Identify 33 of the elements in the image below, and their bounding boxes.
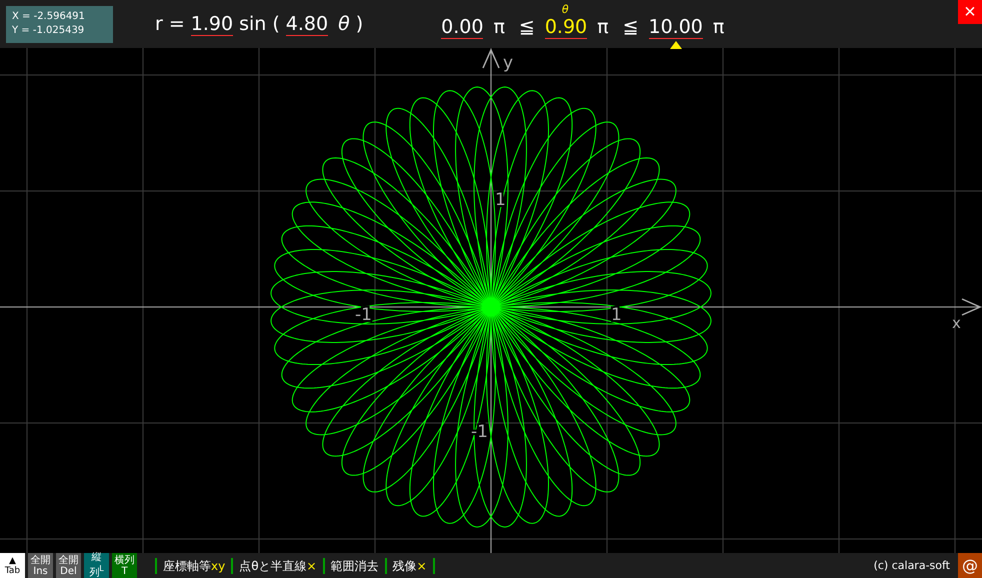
tick-label: -1	[355, 305, 372, 325]
toggle-option[interactable]: 点θと半直線×	[231, 558, 323, 574]
toggle-option[interactable]: 範囲消去	[322, 558, 385, 574]
formula-function: sin (	[239, 12, 280, 34]
range-symbol: ≦	[518, 16, 535, 38]
close-button[interactable]: ×	[958, 0, 982, 24]
toolbar-button[interactable]: 全開 Del	[56, 553, 81, 578]
cursor-x-readout: X = -2.596491	[12, 10, 86, 24]
toolbar-button[interactable]: 縦 列$^{L}$	[84, 553, 109, 578]
toggle-option[interactable]: 残像×	[384, 558, 435, 574]
range-symbol: π	[712, 16, 724, 38]
tab-button[interactable]: ▲ Tab	[0, 553, 25, 578]
formula-variable: θ	[338, 12, 350, 34]
theta-label: θ	[562, 2, 569, 16]
range-symbol: π	[597, 16, 609, 38]
cursor-y-readout: Y = -1.025439	[12, 24, 86, 38]
y-axis-label: y	[503, 53, 514, 73]
range-bound-value[interactable]: 10.00	[648, 16, 703, 38]
copyright-text: (c) calara-soft	[874, 559, 950, 572]
toggle-option[interactable]: 座標軸等xy	[155, 558, 232, 574]
tick-label: 1	[611, 305, 622, 325]
contact-button[interactable]: @	[958, 553, 982, 578]
amplitude-value[interactable]: 1.90	[190, 12, 234, 36]
toolbar-button[interactable]: 横列 T	[112, 553, 137, 578]
toolbar-button[interactable]: 全開 Ins	[28, 553, 53, 578]
frequency-value[interactable]: 4.80	[286, 12, 328, 36]
theta-value[interactable]: 0.90	[544, 16, 588, 38]
formula-lhs: r =	[155, 12, 185, 34]
range-symbol: ≦	[622, 16, 638, 38]
formula-close-paren: )	[356, 12, 364, 34]
range-symbol: π	[493, 16, 505, 38]
range-bound-value[interactable]: 0.00	[441, 16, 484, 38]
x-axis-label: x	[952, 314, 961, 332]
